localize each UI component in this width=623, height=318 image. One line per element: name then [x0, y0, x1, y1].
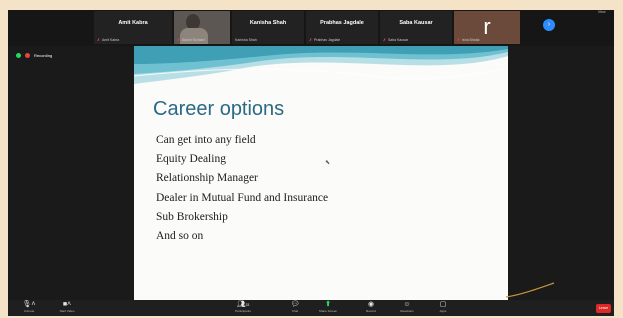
participant-tile-avatar[interactable]: r ✗ Isha Bhatia — [454, 11, 520, 44]
mic-muted-icon: ✗ — [309, 38, 312, 42]
shield-icon — [16, 53, 21, 58]
participant-tile-video[interactable]: ✗ Akash Nichlani — [174, 11, 230, 44]
mic-muted-icon: ✗ — [383, 38, 386, 42]
meeting-toolbar: 🎙︎˄ Unmute ■˄ Start Video 👥︎33 Participa… — [8, 300, 614, 316]
slide-bullet-list: Can get into any field Equity Dealing Re… — [156, 131, 328, 246]
slide-bullet: Equity Dealing — [156, 153, 226, 166]
mute-button[interactable]: 🎙︎˄ Unmute — [14, 301, 44, 314]
arrow-right-icon: › — [547, 21, 551, 28]
participant-label: ✗ Isha Bhatia — [457, 38, 480, 42]
mic-muted-icon: ✗ — [177, 38, 180, 42]
speaker-video-thumbnail — [505, 282, 555, 298]
participant-label: ✗ Saba Kausar — [383, 38, 409, 42]
slide-bullet: Sub Brokership — [156, 210, 228, 223]
participant-tile[interactable]: Prabhas Jagdale ✗ Prabhas Jagdale — [306, 11, 378, 44]
participant-label: ✗ Akash Nichlani — [177, 38, 206, 42]
participant-tile[interactable]: Saba Kausar ✗ Saba Kausar — [380, 11, 452, 44]
reactions-icon: ☺ — [403, 301, 411, 308]
shared-slide: Career options Can get into any field Eq… — [134, 46, 508, 300]
apps-icon: ▢ — [439, 301, 447, 308]
chat-button[interactable]: 💬︎ Chat — [280, 301, 310, 314]
participant-label: Kanisha Shah — [235, 38, 257, 42]
participant-avatar-letter: r — [483, 14, 491, 39]
view-label[interactable]: View — [598, 10, 606, 14]
record-dot-icon — [25, 53, 30, 58]
participant-label: ✗ Amit Kabra — [97, 38, 120, 42]
slide-bullet: Can get into any field — [156, 134, 256, 146]
participant-label: ✗ Prabhas Jagdale — [309, 38, 341, 42]
participants-icon: 👥︎33 — [236, 301, 250, 308]
leave-button[interactable]: Leave — [596, 304, 611, 313]
share-screen-button[interactable]: ⬆ Share Screen — [313, 301, 343, 314]
microphone-icon: 🎙︎˄ — [22, 301, 36, 308]
apps-button[interactable]: ▢ Apps — [428, 301, 458, 314]
slide-header-wave — [134, 46, 508, 84]
slide-bullet: And so on — [156, 229, 204, 242]
participant-name: Kanisha Shah — [249, 20, 287, 26]
share-screen-icon: ⬆ — [325, 301, 331, 308]
mic-muted-icon: ✗ — [457, 38, 460, 42]
reactions-button[interactable]: ☺ Reactions — [392, 301, 422, 314]
participant-name: Amit Kabra — [118, 20, 148, 26]
record-icon: ◉ — [367, 301, 375, 308]
recording-indicator: Recording — [16, 53, 52, 58]
participant-tile[interactable]: Kanisha Shah Kanisha Shah — [232, 11, 304, 44]
mouse-cursor-icon: ⬉ — [325, 160, 331, 166]
participants-button[interactable]: 👥︎33 Participants — [228, 301, 258, 314]
chat-bubble-icon: 💬︎ — [290, 301, 300, 308]
recording-label: Recording — [34, 53, 53, 58]
record-button[interactable]: ◉ Record — [356, 301, 386, 314]
slide-bullet: Dealer in Mutual Fund and Insurance — [156, 191, 329, 204]
slide-title: Career options — [153, 98, 285, 120]
participant-tile[interactable]: Amit Kabra ✗ Amit Kabra — [94, 11, 172, 44]
participant-strip: Amit Kabra ✗ Amit Kabra ✗ Akash Nichlani K… — [8, 10, 614, 46]
next-page-button[interactable]: › — [543, 19, 555, 31]
video-camera-icon: ■˄ — [62, 301, 72, 308]
mic-muted-icon: ✗ — [97, 38, 100, 42]
video-button[interactable]: ■˄ Start Video — [52, 301, 82, 314]
participant-name: Saba Kausar — [399, 20, 433, 26]
meeting-window: Amit Kabra ✗ Amit Kabra ✗ Akash Nichlani K… — [8, 10, 614, 316]
slide-bullet: Relationship Manager — [156, 172, 258, 185]
participant-name: Prabhas Jagdale — [320, 20, 364, 26]
